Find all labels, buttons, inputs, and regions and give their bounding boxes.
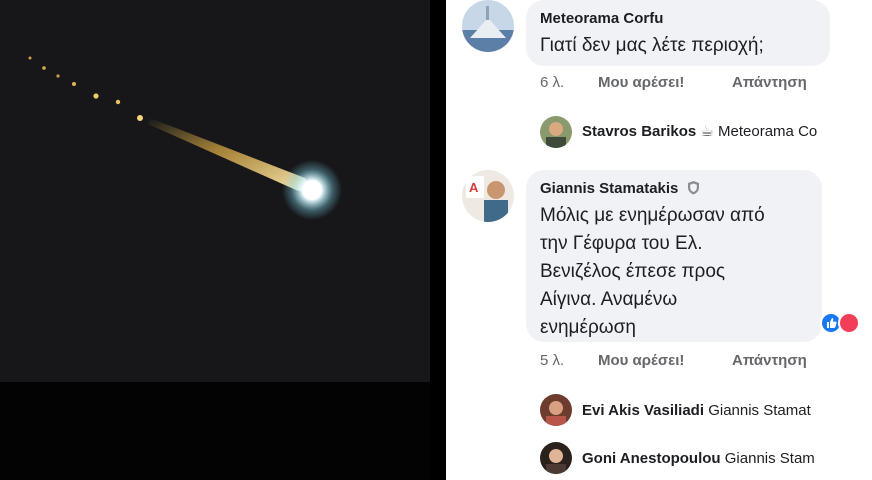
meteor-trail [28, 56, 342, 220]
comment-text-line-5: ενημέρωση [540, 317, 636, 338]
reply-author[interactable]: Stavros Barikos [582, 123, 696, 140]
avatar-meteorama-corfu[interactable] [462, 0, 514, 52]
love-reaction-icon[interactable] [838, 312, 860, 334]
reply-author[interactable]: Goni Anestopoulou [582, 450, 721, 467]
reply-snippet: Giannis Stamat [708, 402, 811, 419]
meteor-core [302, 180, 322, 200]
comment-text-line-2: την Γέφυρα του Ελ. [540, 233, 703, 254]
reply-row[interactable]: Evi Akis Vasiliadi Giannis Stamat [582, 402, 811, 419]
reply-snippet: Giannis Stam [724, 450, 815, 467]
comment-time[interactable]: 5 λ. [540, 352, 564, 369]
panel-divider [430, 0, 446, 480]
comment-time[interactable]: 6 λ. [540, 74, 564, 91]
like-button[interactable]: Μου αρέσει! [598, 352, 684, 369]
avatar-giannis-stamatakis[interactable]: A [462, 170, 514, 222]
avatar-goni-anestopoulou[interactable] [540, 442, 572, 474]
comment-author[interactable]: Giannis Stamatakis [540, 180, 700, 197]
comment-text-line-4: Αίγινα. Αναμένω [540, 289, 678, 310]
reply-author[interactable]: Evi Akis Vasiliadi [582, 402, 704, 419]
shield-icon [687, 181, 699, 195]
reply-button[interactable]: Απάντηση [732, 352, 807, 369]
meteor-fragments [28, 56, 143, 121]
avatar-stavros-barikos[interactable] [540, 116, 572, 148]
like-button[interactable]: Μου αρέσει! [598, 74, 684, 91]
reply-arrow-icon: ☕ [700, 123, 719, 140]
comment-author-name[interactable]: Giannis Stamatakis [540, 180, 678, 197]
comment-text: Γιατί δεν μας λέτε περιοχή; [540, 35, 764, 56]
reply-snippet: Meteorama Co [718, 123, 818, 140]
avatar-evi-akis-vasiliadi[interactable] [540, 394, 572, 426]
comments-panel: Meteorama Corfu Γιατί δεν μας λέτε περιο… [446, 0, 872, 480]
reply-row[interactable]: Stavros Barikos ☕ Meteorama Co [582, 122, 817, 140]
reply-row[interactable]: Goni Anestopoulou Giannis Stam [582, 450, 815, 467]
svg-text:A: A [469, 180, 479, 195]
comment-author[interactable]: Meteorama Corfu [540, 10, 663, 27]
comment-text-line-3: Βενιζέλος έπεσε προς [540, 261, 726, 282]
comment-text-line-1: Μόλις με ενημέρωσαν από [540, 205, 765, 226]
photo-lower-band [0, 382, 430, 480]
meteor-photo [0, 0, 430, 480]
reply-button[interactable]: Απάντηση [732, 74, 807, 91]
